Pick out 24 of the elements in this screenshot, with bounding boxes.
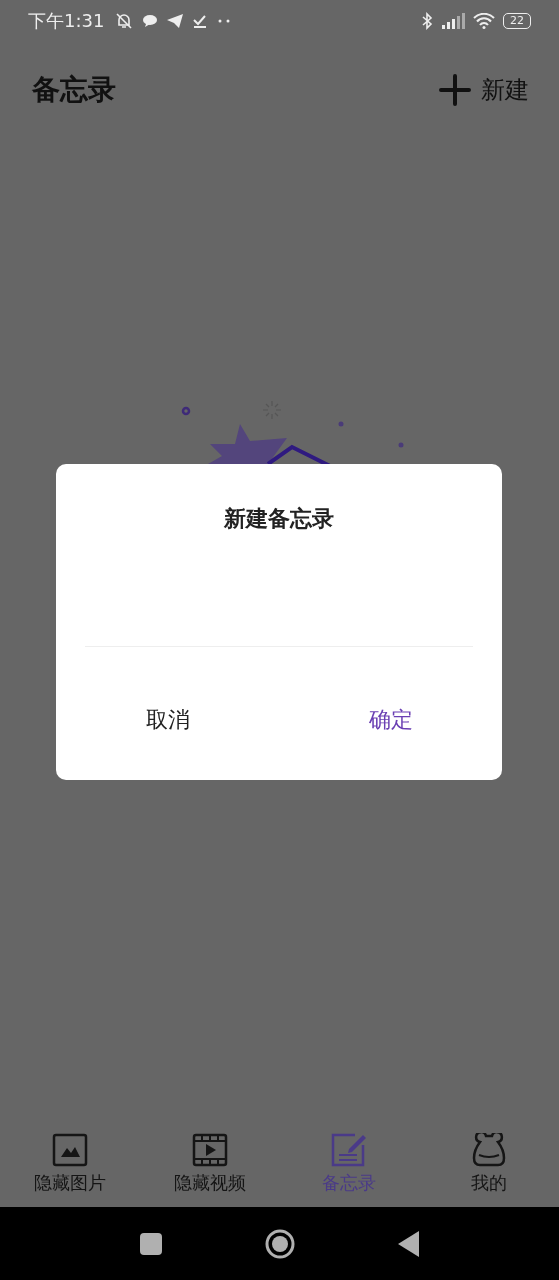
nav-tab[interactable]: 我的 (419, 1120, 559, 1207)
status-time: 下午1:31 (28, 9, 105, 33)
recents-button[interactable] (139, 1232, 162, 1255)
cancel-button[interactable]: 取消 (56, 697, 279, 743)
nav-tab[interactable]: 隐藏视频 (139, 1120, 280, 1207)
bluetooth-icon (421, 12, 433, 30)
wifi-icon (473, 13, 495, 29)
signal-icon (441, 13, 465, 29)
bear-icon (471, 1132, 508, 1167)
note-edit-icon (331, 1132, 368, 1167)
back-button[interactable] (397, 1230, 420, 1257)
paper-plane-icon (166, 13, 185, 29)
chat-bubble-icon (142, 14, 159, 28)
dialog-title: 新建备忘录 (224, 505, 334, 533)
nav-tab[interactable]: 隐藏图片 (0, 1120, 140, 1207)
film-play-icon (191, 1132, 228, 1167)
home-button[interactable] (264, 1228, 295, 1259)
battery-icon: 22 (503, 13, 531, 29)
plus-icon (439, 74, 471, 106)
new-button[interactable]: 新建 (439, 74, 529, 106)
image-icon (51, 1132, 88, 1167)
download-check-icon (192, 13, 209, 29)
confirm-button[interactable]: 确定 (279, 697, 502, 743)
page-title: 备忘录 (32, 72, 116, 108)
